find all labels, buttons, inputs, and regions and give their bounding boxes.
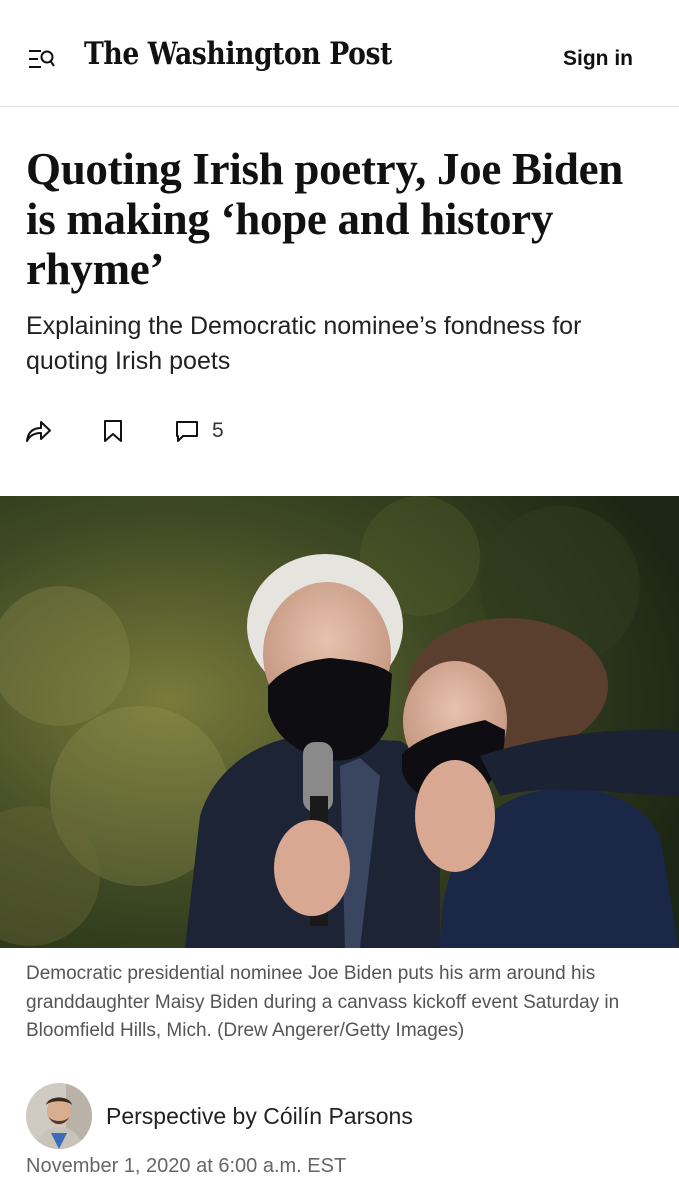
article-headline: Quoting Irish poetry, Joe Biden is makin…	[26, 144, 624, 294]
site-logo[interactable]: The Washington Post	[84, 36, 392, 72]
comments-button[interactable]: 5	[174, 418, 224, 444]
comment-icon	[176, 421, 198, 442]
byline-prefix: Perspective by	[106, 1102, 264, 1129]
byline: Perspective by Cóilín Parsons	[26, 1083, 413, 1149]
comment-count: 5	[212, 419, 224, 442]
sign-in-link[interactable]: Sign in	[563, 47, 633, 71]
share-button[interactable]	[24, 418, 52, 444]
article-photo[interactable]	[0, 496, 679, 948]
photo-caption: Democratic presidential nominee Joe Bide…	[26, 963, 620, 1041]
bookmark-button[interactable]	[102, 418, 124, 444]
article-subheadline: Explaining the Democratic nominee’s fond…	[26, 312, 582, 375]
article-action-bar: 5	[24, 414, 224, 448]
site-header: The Washington Post Sign in	[0, 0, 679, 107]
author-avatar[interactable]	[26, 1083, 92, 1149]
menu-search-icon	[29, 50, 55, 68]
share-arrow-icon	[26, 421, 51, 442]
bookmark-icon	[104, 420, 122, 442]
publish-date: November 1, 2020 at 6:00 a.m. EST	[26, 1155, 347, 1177]
menu-search-button[interactable]	[24, 44, 58, 74]
author-link[interactable]: Cóilín Parsons	[263, 1103, 413, 1130]
